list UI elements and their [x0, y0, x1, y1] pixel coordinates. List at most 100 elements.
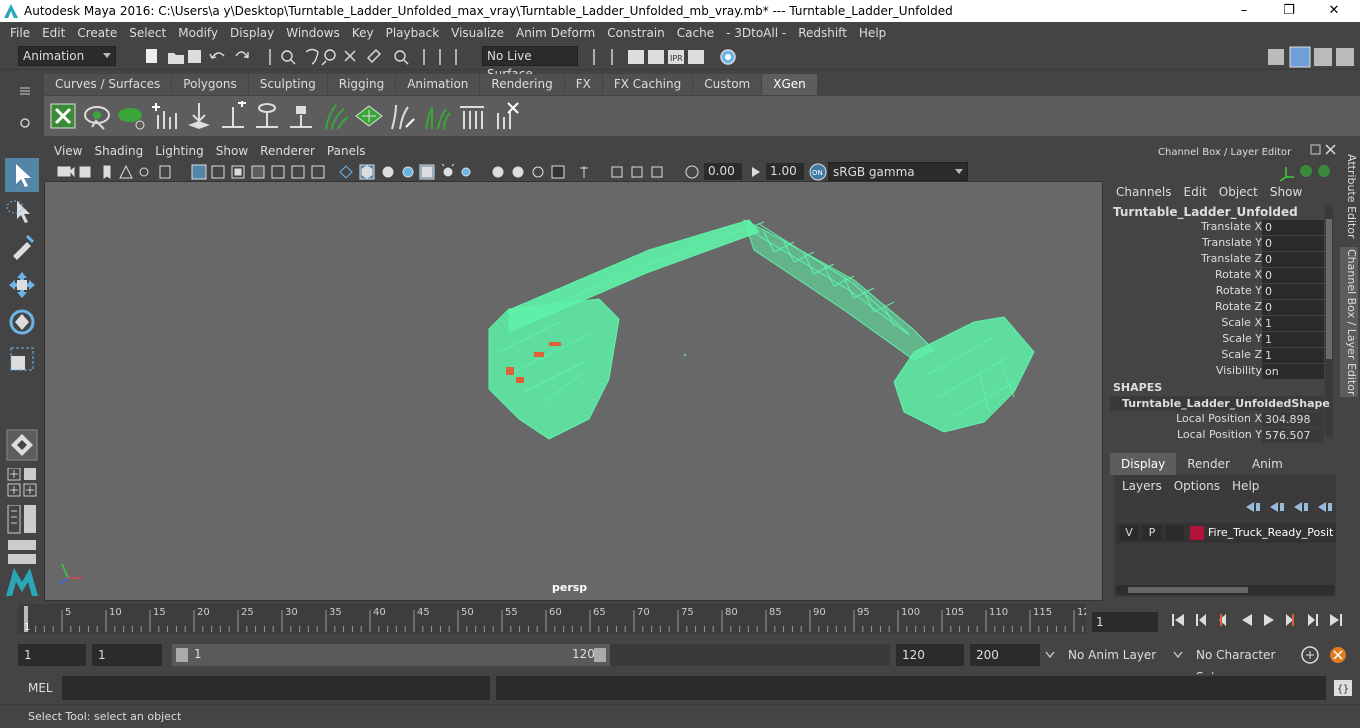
- xgen-preview-icon[interactable]: [82, 101, 112, 131]
- current-frame-field[interactable]: 1: [1092, 612, 1158, 632]
- xgen-editor-icon[interactable]: [48, 101, 78, 131]
- shape-name-row[interactable]: Turntable_Ladder_UnfoldedShape: [1110, 396, 1330, 411]
- attr-translate-x[interactable]: Translate X0: [1110, 220, 1324, 236]
- menu-edit[interactable]: Edit: [36, 26, 71, 40]
- viewport-menu-lighting[interactable]: Lighting: [149, 144, 210, 158]
- last-tool-icon[interactable]: [5, 428, 39, 462]
- play-backwards-icon[interactable]: [1242, 614, 1252, 626]
- viewport-menu-view[interactable]: View: [48, 144, 88, 158]
- cb-menu-edit[interactable]: Edit: [1178, 185, 1213, 199]
- tab-curves-surfaces[interactable]: Curves / Surfaces: [44, 74, 172, 95]
- attr-value[interactable]: 0: [1262, 236, 1324, 251]
- attr-rotate-x[interactable]: Rotate X0: [1110, 268, 1324, 284]
- menu-playback[interactable]: Playback: [380, 26, 446, 40]
- viewport-menu-shading[interactable]: Shading: [88, 144, 149, 158]
- layer-menu-layers[interactable]: Layers: [1116, 479, 1168, 493]
- go-to-start-icon[interactable]: [1172, 614, 1184, 626]
- time-slider-ticks[interactable]: 5 10 15 20 25 30 35 40 45 50 55 60 65 70 75 80 85 90 95 100…: [18, 604, 1086, 634]
- attr-value[interactable]: on: [1262, 364, 1324, 379]
- layer-reference-toggle[interactable]: [1166, 525, 1184, 541]
- range-slider-track[interactable]: [610, 644, 890, 666]
- xgen-guide-visible-icon[interactable]: [252, 101, 282, 131]
- attr-value[interactable]: 0: [1262, 252, 1324, 267]
- tab-anim-layers[interactable]: Anim: [1240, 453, 1294, 475]
- xgen-guide-place-icon[interactable]: [218, 101, 248, 131]
- tab-rigging[interactable]: Rigging: [327, 74, 396, 95]
- xgen-guide-add-icon[interactable]: [150, 101, 180, 131]
- xgen-density-icon[interactable]: [354, 101, 384, 131]
- attr-scale-z[interactable]: Scale Z1: [1110, 348, 1324, 364]
- menu-constrain[interactable]: Constrain: [601, 26, 671, 40]
- tab-fx[interactable]: FX: [564, 74, 602, 95]
- menu-help[interactable]: Help: [853, 26, 892, 40]
- playback-start-field[interactable]: 1: [92, 644, 162, 666]
- menu-create[interactable]: Create: [71, 26, 123, 40]
- attr-translate-y[interactable]: Translate Y0: [1110, 236, 1324, 252]
- menu-cache[interactable]: Cache: [671, 26, 720, 40]
- color-management-icon[interactable]: ON: [808, 162, 828, 182]
- tab-fx-caching[interactable]: FX Caching: [602, 74, 693, 95]
- tab-sculpting[interactable]: Sculpting: [248, 74, 327, 95]
- animation-start-field[interactable]: 1: [18, 644, 86, 666]
- step-back-key-icon[interactable]: [1219, 614, 1226, 626]
- layer-visibility-toggle[interactable]: V: [1120, 525, 1138, 541]
- range-slider[interactable]: 1 120: [172, 644, 610, 666]
- layer-horizontal-scrollbar[interactable]: [1116, 585, 1334, 595]
- viewport-menu-panels[interactable]: Panels: [321, 144, 372, 158]
- paint-select-tool-icon[interactable]: [5, 230, 39, 264]
- ladder-wireframe-model[interactable]: [44, 182, 1103, 600]
- step-back-icon[interactable]: [1196, 614, 1206, 626]
- attr-translate-z[interactable]: Translate Z0: [1110, 252, 1324, 268]
- xgen-leaf-icon[interactable]: [116, 101, 146, 131]
- scrollbar-thumb[interactable]: [1326, 219, 1332, 359]
- menu-set-dropdown[interactable]: Animation: [18, 46, 116, 66]
- step-forward-icon[interactable]: [1308, 614, 1318, 626]
- xgen-delete-guide-icon[interactable]: [490, 101, 520, 131]
- menu-3dtoall[interactable]: - 3DtoAll -: [720, 26, 792, 40]
- layer-playback-toggle[interactable]: P: [1143, 525, 1161, 541]
- select-tool-icon[interactable]: [5, 158, 39, 192]
- attr-value[interactable]: 0: [1262, 268, 1324, 283]
- scale-tool-icon[interactable]: [5, 342, 39, 376]
- menu-windows[interactable]: Windows: [280, 26, 346, 40]
- range-end-handle[interactable]: [594, 648, 606, 662]
- menu-redshift[interactable]: Redshift: [792, 26, 853, 40]
- viewport-menu-renderer[interactable]: Renderer: [254, 144, 321, 158]
- tab-render-layers[interactable]: Render: [1176, 453, 1241, 475]
- character-set-field[interactable]: No Character Set: [1190, 644, 1294, 684]
- attr-value[interactable]: 0: [1262, 284, 1324, 299]
- viewport-tool-icons[interactable]: [56, 163, 706, 181]
- layout-stack-icons[interactable]: [6, 540, 38, 566]
- layer-row[interactable]: V P Fire_Truck_Ready_Positic: [1116, 523, 1336, 543]
- attr-local-position-y[interactable]: Local Position Y 576.507: [1110, 428, 1324, 444]
- attr-rotate-z[interactable]: Rotate Z0: [1110, 300, 1324, 316]
- xgen-guide-move-icon[interactable]: [184, 101, 214, 131]
- tab-polygons[interactable]: Polygons: [172, 74, 248, 95]
- file-and-selection-icons[interactable]: [140, 46, 480, 68]
- cb-menu-channels[interactable]: Channels: [1110, 185, 1178, 199]
- go-to-end-icon[interactable]: [1330, 614, 1342, 626]
- cb-menu-show[interactable]: Show: [1264, 185, 1308, 199]
- menu-key[interactable]: Key: [346, 26, 380, 40]
- layout-quad-icons[interactable]: [6, 468, 38, 500]
- range-start-handle[interactable]: [176, 648, 188, 662]
- playback-end-field[interactable]: 120: [896, 644, 964, 666]
- channel-box-axis-icons[interactable]: [1276, 161, 1332, 181]
- layer-action-icons[interactable]: [1242, 499, 1336, 515]
- chevron-down-icon[interactable]: [1044, 650, 1056, 660]
- attr-value[interactable]: 0: [1262, 220, 1324, 235]
- attr-rotate-y[interactable]: Rotate Y0: [1110, 284, 1324, 300]
- exposure-field[interactable]: 0.00: [704, 163, 742, 180]
- colorspace-dropdown[interactable]: sRGB gamma: [828, 162, 968, 181]
- layer-menu-options[interactable]: Options: [1168, 479, 1226, 493]
- tab-xgen[interactable]: XGen: [762, 74, 817, 95]
- attr-scale-y[interactable]: Scale Y1: [1110, 332, 1324, 348]
- menu-select[interactable]: Select: [123, 26, 172, 40]
- attr-value[interactable]: 1: [1262, 316, 1324, 331]
- xgen-cut-icon[interactable]: [456, 101, 486, 131]
- step-forward-key-icon[interactable]: [1286, 614, 1294, 626]
- live-surface-field[interactable]: No Live Surface: [482, 46, 578, 81]
- anim-layer-field[interactable]: No Anim Layer: [1062, 644, 1162, 666]
- tab-animation[interactable]: Animation: [396, 74, 480, 95]
- gamma-field[interactable]: 1.00: [766, 163, 804, 180]
